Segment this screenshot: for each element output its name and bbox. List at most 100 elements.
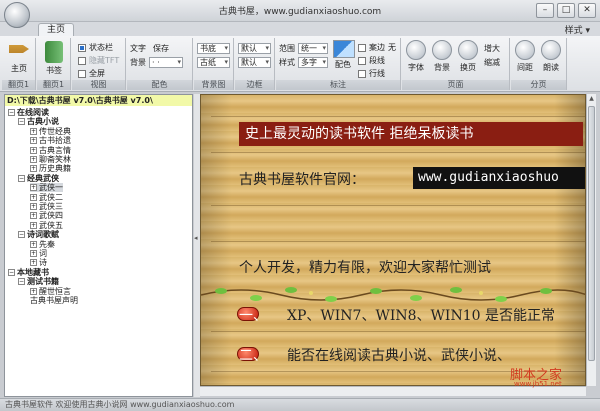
bookmark-button[interactable]: 书签 (40, 41, 68, 76)
background-button[interactable]: 背景 (430, 40, 454, 73)
border-dropdown-1[interactable]: 默认 (238, 43, 271, 54)
close-button[interactable]: ✕ (578, 3, 596, 18)
expand-icon[interactable]: + (30, 137, 37, 145)
group-label: 背景图 (194, 80, 233, 90)
tree-node[interactable]: + 武侠四 (30, 211, 63, 220)
ruled-line (211, 205, 585, 206)
tree-node[interactable]: + 武侠二 (30, 193, 63, 202)
minimize-button[interactable]: – (536, 3, 554, 18)
hide-tft-checkbox[interactable]: 隐藏TFT (78, 55, 119, 66)
tree-node[interactable]: + 传世经典 (30, 127, 71, 136)
tree-node[interactable]: − 本地藏书 (8, 268, 49, 277)
tree-node-label: 古典言情 (39, 145, 71, 155)
border-dropdown-2[interactable]: 默认 (238, 57, 271, 68)
range-dropdown[interactable]: 统一 (298, 43, 328, 54)
tree-node[interactable]: + 武侠三 (30, 202, 63, 211)
tree-node-label: 武侠三 (39, 202, 63, 211)
tree-node[interactable]: + 词 (30, 249, 47, 258)
expand-icon[interactable]: + (30, 146, 37, 154)
collapse-icon[interactable]: − (18, 231, 25, 239)
window-title: 古典书屋，www.gudianxiaoshuo.com (218, 7, 382, 17)
tree-node-label: 测试书籍 (27, 277, 59, 287)
expand-icon[interactable]: + (30, 127, 37, 135)
style-menu[interactable]: 样式 ▾ (565, 23, 590, 36)
tree-node[interactable]: − 诗词歌赋 (18, 230, 59, 239)
zoom-in-button[interactable]: 增大 (484, 43, 500, 54)
expand-icon[interactable]: + (30, 250, 37, 257)
group-label: 翻页1 (2, 80, 35, 90)
tree-node[interactable]: 古典书屋声明 (30, 296, 78, 305)
collapse-icon[interactable]: − (8, 268, 15, 276)
reader-line-4: XP、WIN7、WIN8、WIN10 是否能正常 (287, 308, 555, 324)
tree-node[interactable]: + 武侠五 (30, 221, 63, 230)
maximize-button[interactable]: □ (557, 3, 575, 18)
expand-icon[interactable]: + (30, 259, 37, 267)
expand-icon[interactable]: + (30, 287, 37, 295)
tree-node-label: 经典武侠 (27, 173, 59, 183)
tree-node-label: 诗词歌赋 (27, 230, 59, 240)
tree-node-label: 醒世恒言 (39, 286, 71, 296)
change-page-button[interactable]: 换页 (456, 40, 480, 73)
tree-node-label: 武侠二 (39, 192, 63, 202)
expand-icon[interactable]: + (30, 165, 37, 173)
row-line-checkbox[interactable]: 行线 (358, 68, 385, 79)
scroll-thumb[interactable] (588, 106, 595, 361)
zoom-out-button[interactable]: 缩减 (484, 57, 500, 68)
tree-node[interactable]: + 诗 (30, 258, 47, 267)
tab-home[interactable]: 主页 (38, 23, 74, 36)
tree-node[interactable]: + 聊斋笑林 (30, 155, 71, 164)
color-swatch-icon (333, 40, 355, 58)
home-button[interactable]: 主页 (5, 41, 33, 74)
tree-node[interactable]: − 在线阅读 (8, 108, 49, 117)
fullscreen-checkbox[interactable]: 全屏 (78, 68, 105, 79)
bg-image-dropdown-2[interactable]: 古纸 (197, 57, 230, 68)
bg-color-dropdown[interactable]: · · (149, 57, 183, 68)
book-tree[interactable]: D:\下载\古典书屋 v7.0\古典书屋 v7.0\ − 在线阅读 − 古典小说 + 传世… (4, 94, 193, 397)
vertical-scrollbar[interactable]: ▲ (586, 94, 596, 386)
tree-node[interactable]: − 经典武侠 (18, 174, 59, 183)
watermark-url: www.jb51.net (514, 380, 562, 388)
bg-color-row[interactable]: 背景 · · (130, 57, 183, 68)
spacing-button[interactable]: 间距 (513, 40, 537, 73)
tree-node[interactable]: + 历史典籍 (30, 164, 71, 173)
expand-icon[interactable]: + (30, 184, 37, 192)
app-menu-orb-icon[interactable] (4, 2, 30, 28)
font-button[interactable]: 字体 (404, 40, 428, 73)
book-icon (45, 41, 63, 63)
tree-node[interactable]: − 古典小说 (18, 117, 59, 126)
expand-icon[interactable]: + (30, 156, 37, 163)
tree-path: D:\下载\古典书屋 v7.0\古典书屋 v7.0\ (5, 95, 192, 106)
bg-image-dropdown-1[interactable]: 书底 (197, 43, 230, 54)
collapse-icon[interactable]: − (8, 109, 15, 116)
ribbon-group-colors: 文字 保存 背景 · · 配色 (127, 38, 193, 90)
collapse-arrow-icon[interactable]: ◂ (194, 234, 198, 242)
tree-node[interactable]: + 醒世恒言 (30, 287, 71, 296)
tree-node[interactable]: + 古书拾遗 (30, 136, 71, 145)
expand-icon[interactable]: + (30, 212, 37, 220)
indent-checkbox[interactable]: 案边 无 (358, 42, 396, 53)
reader-page[interactable]: 史上最灵动的读书软件 拒绝呆板读书 古典书屋软件官网： www.gudianxi… (200, 94, 586, 386)
style-dropdown[interactable]: 多字 (298, 57, 328, 68)
expand-icon[interactable]: + (30, 203, 37, 210)
read-aloud-button[interactable]: 朗读 (539, 40, 563, 73)
ribbon-group-bg-image: 书底 古纸 背景图 (194, 38, 234, 90)
tree-node[interactable]: + 先秦 (30, 240, 55, 249)
tree-node[interactable]: − 测试书籍 (18, 277, 59, 286)
expand-icon[interactable]: + (30, 193, 37, 201)
expand-icon[interactable]: + (30, 221, 37, 229)
bookmark-button-label: 书签 (46, 66, 62, 75)
segment-line-checkbox[interactable]: 段线 (358, 55, 385, 66)
signpost-icon (9, 45, 29, 53)
tree-node[interactable]: + 武侠一 (30, 183, 63, 193)
status-bar-checkbox[interactable]: 状态栏 (78, 42, 113, 53)
tree-node[interactable]: + 古典言情 (30, 146, 71, 155)
collapse-icon[interactable]: − (18, 174, 25, 182)
tree-node-label: 古典书屋声明 (30, 296, 78, 305)
title-bar: 古典书屋，www.gudianxiaoshuo.com – □ ✕ (0, 0, 600, 22)
collapse-icon[interactable]: − (18, 278, 25, 286)
scroll-up-icon[interactable]: ▲ (587, 94, 596, 104)
collapse-icon[interactable]: − (18, 118, 25, 126)
text-color-row[interactable]: 文字 保存 (130, 43, 169, 54)
color-scheme-button[interactable]: 配色 (333, 40, 355, 70)
expand-icon[interactable]: + (30, 240, 37, 248)
